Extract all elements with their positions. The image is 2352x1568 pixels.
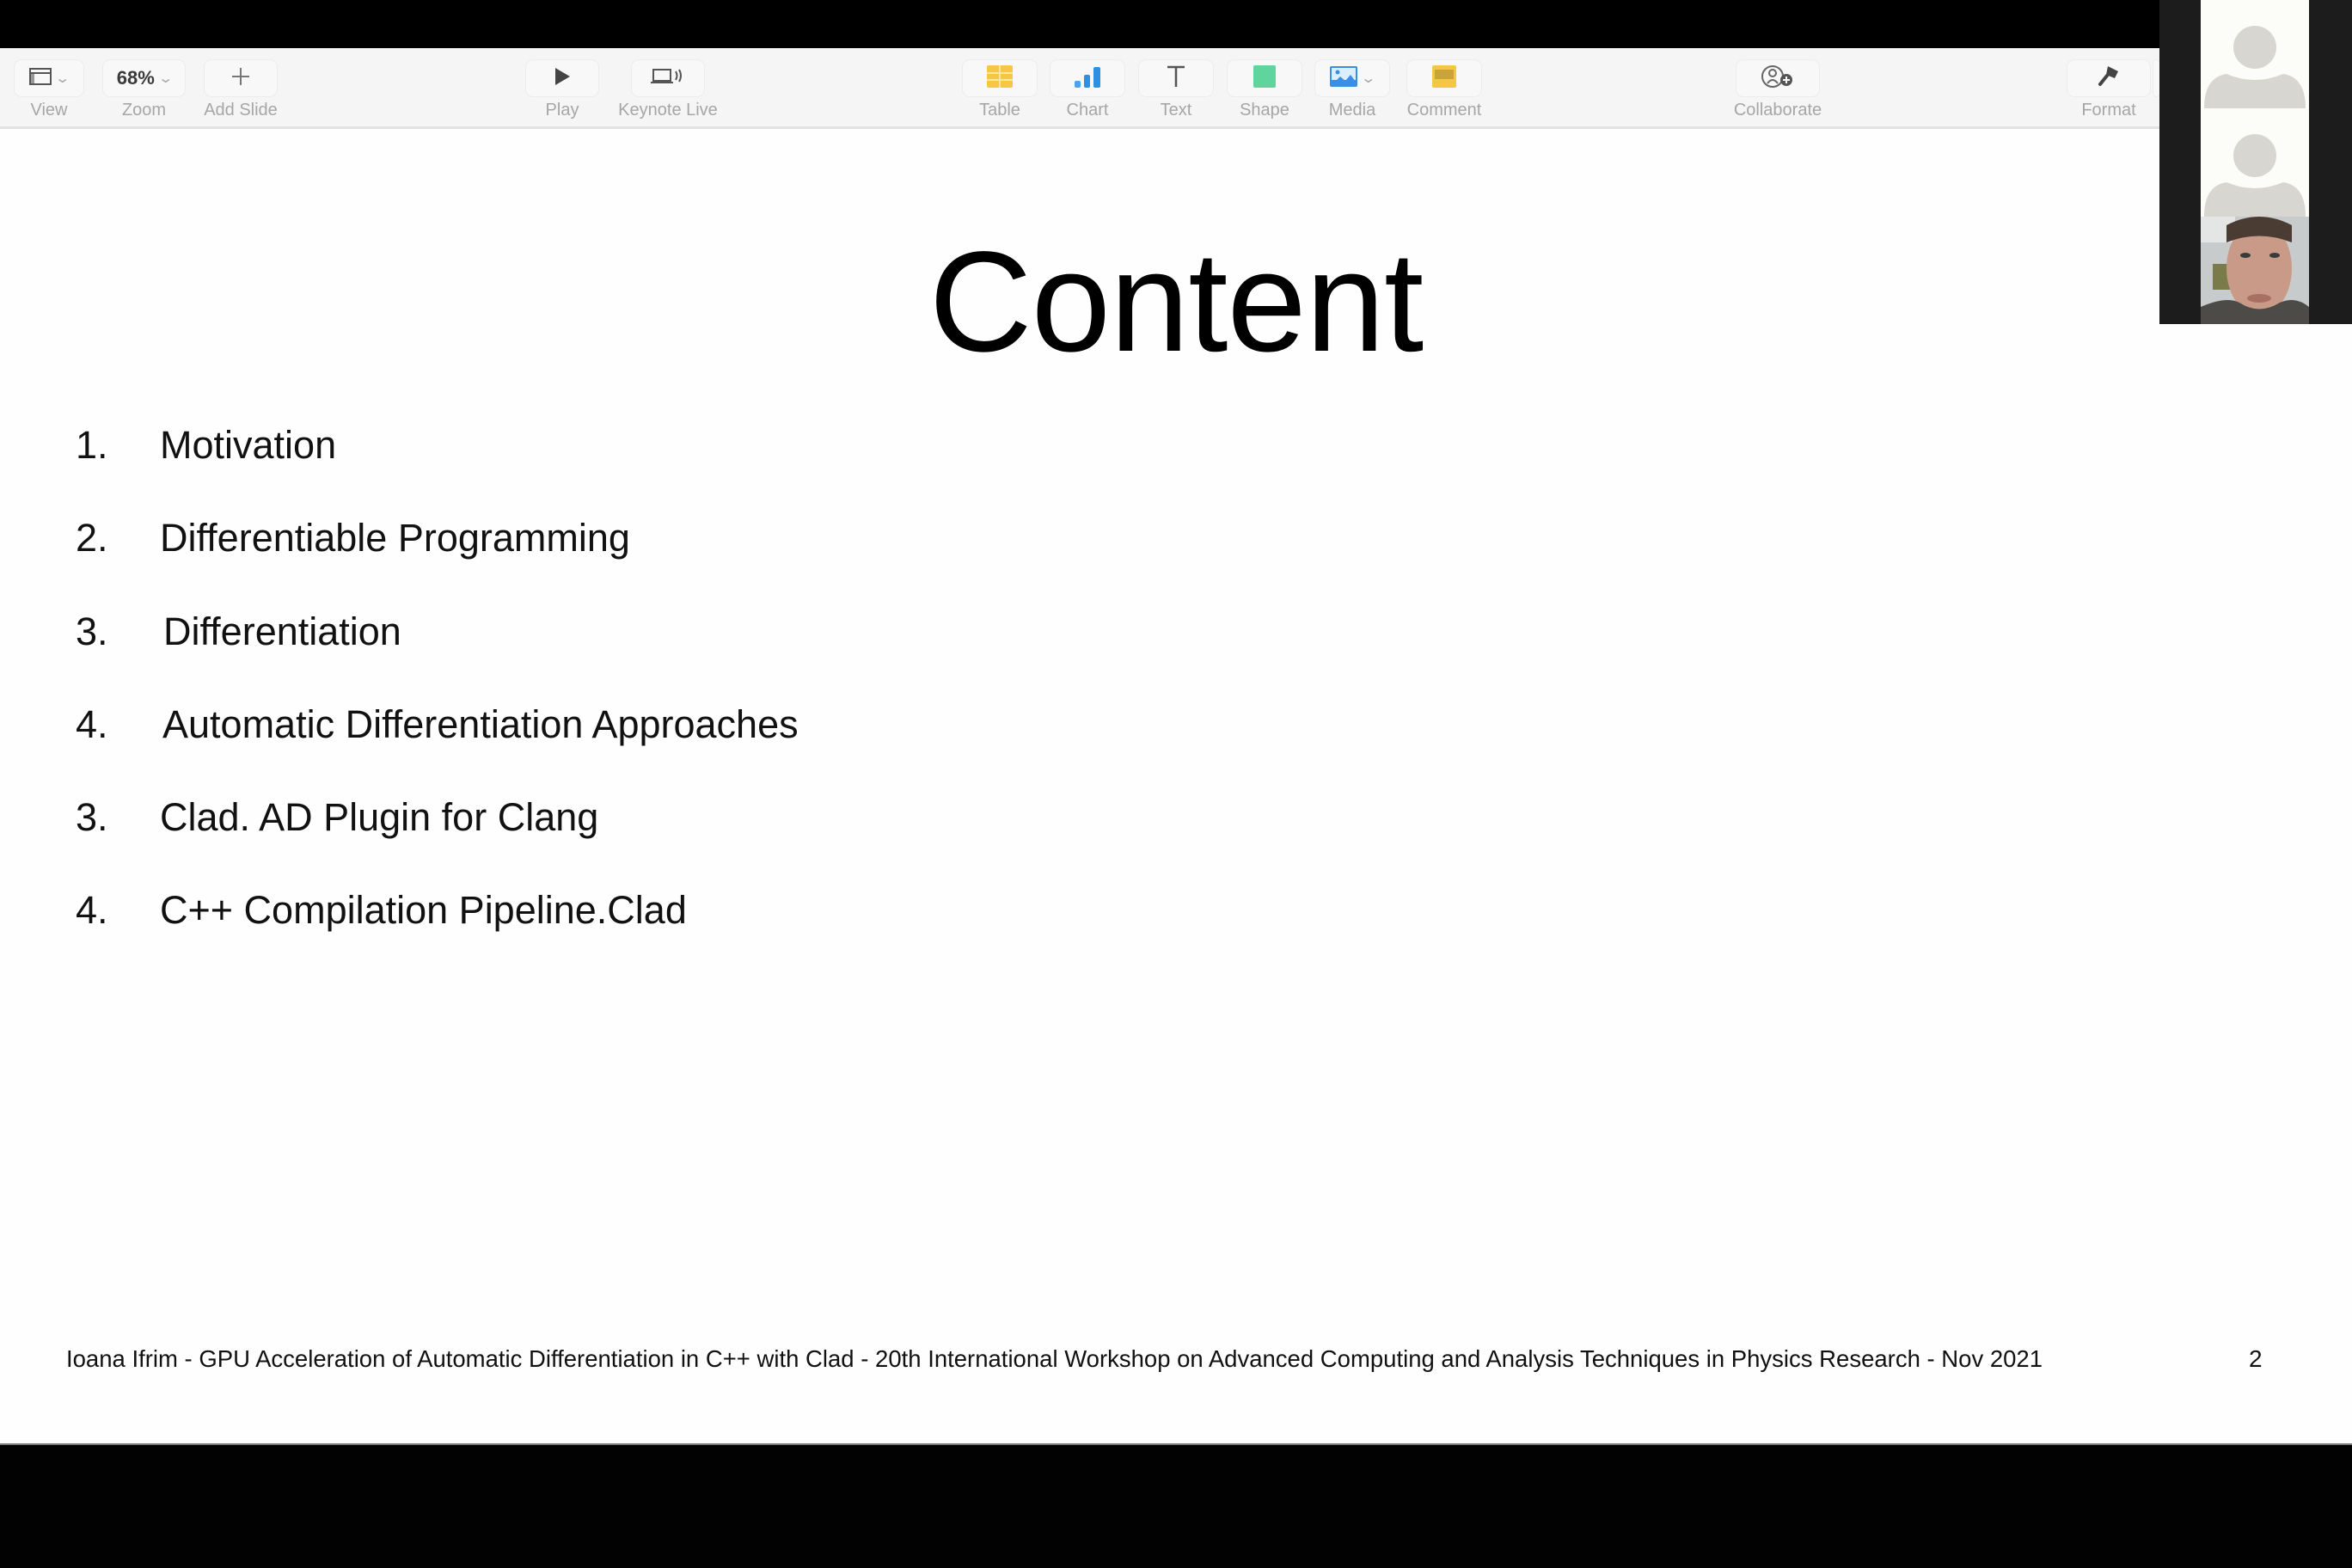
participant-video[interactable] [2201, 217, 2309, 324]
participant-video-frame [2201, 217, 2309, 324]
table-button[interactable]: Table [963, 60, 1037, 122]
zoom-button[interactable]: 68% ⌄ Zoom [103, 60, 185, 122]
keynote-toolbar: ⌄ View 68% ⌄ Zoom Add Slide Play Keynote… [0, 48, 2159, 129]
shape-button[interactable]: Shape [1228, 60, 1302, 122]
play-icon [554, 67, 571, 90]
list-number: 4. [76, 702, 108, 746]
chart-label: Chart [1066, 101, 1109, 119]
square-shape-icon [1253, 64, 1276, 92]
participant-tile[interactable] [2201, 0, 2309, 108]
play-button[interactable]: Play [526, 60, 598, 122]
collaborate-label: Collaborate [1733, 101, 1822, 119]
list-text: Differentiable Programming [160, 516, 630, 560]
bar-chart-icon [1074, 65, 1101, 92]
text-icon [1166, 65, 1186, 92]
paintbrush-icon [2096, 64, 2122, 93]
chart-button[interactable]: Chart [1050, 60, 1124, 122]
list-number: 3. [76, 795, 108, 839]
sidebar-layout-icon [29, 67, 52, 89]
keynote-live-label[interactable]: Keynote Live [618, 101, 718, 119]
list-text: C++ Compilation Pipeline.Clad [160, 888, 687, 932]
zoom-value: 68% [116, 67, 155, 89]
list-number: 3. [76, 609, 108, 653]
add-slide-button[interactable]: Add Slide [202, 60, 279, 122]
media-button[interactable]: ⌄ Media [1315, 60, 1389, 122]
chevron-down-icon: ⌄ [157, 71, 174, 86]
comment-button[interactable]: Comment [1403, 60, 1485, 122]
list-number: 2. [76, 516, 108, 560]
list-text: Motivation [160, 423, 337, 467]
list-text: Differentiation [163, 609, 401, 653]
list-text: Automatic Differentiation Approaches [162, 702, 799, 746]
plus-icon [230, 66, 251, 91]
shape-label: Shape [1240, 101, 1289, 119]
media-label: Media [1328, 101, 1376, 119]
table-icon [987, 64, 1013, 92]
top-black-band [0, 0, 2352, 48]
chevron-down-icon: ⌄ [1360, 71, 1377, 86]
participants-panel [2159, 0, 2352, 324]
format-button[interactable]: Format [2067, 60, 2150, 122]
avatar-placeholder-icon [2201, 26, 2309, 108]
participant-tile[interactable] [2201, 108, 2309, 217]
add-person-icon [1761, 64, 1795, 93]
add-slide-label: Add Slide [204, 101, 278, 119]
list-number: 1. [76, 423, 108, 467]
slide-page-number: 2 [2249, 1345, 2263, 1372]
comment-note-icon [1432, 64, 1456, 92]
text-button[interactable]: Text [1139, 60, 1213, 122]
bottom-black-band [0, 1445, 2352, 1568]
slide-footer: Ioana Ifrim - GPU Acceleration of Automa… [66, 1345, 2043, 1372]
list-number: 4. [76, 888, 108, 932]
avatar-placeholder-icon [2201, 134, 2309, 217]
toolbar-overflow-button[interactable] [2153, 60, 2159, 96]
collaborate-button[interactable]: Collaborate [1726, 60, 1829, 122]
image-icon [1330, 65, 1358, 91]
slide-canvas-right [2159, 324, 2352, 1444]
chevron-down-icon: ⌄ [54, 71, 71, 86]
text-label: Text [1160, 101, 1192, 119]
comment-label: Comment [1406, 101, 1482, 119]
keynote-live-button[interactable]: Keynote Live [612, 60, 724, 122]
table-label: Table [979, 101, 1020, 119]
slide-title: Content [928, 223, 1424, 382]
format-label: Format [2081, 101, 2136, 119]
zoom-label: Zoom [121, 101, 167, 119]
play-label: Play [545, 101, 579, 119]
view-button[interactable]: ⌄ View [15, 60, 83, 122]
broadcast-laptop-icon [651, 67, 685, 90]
list-text: Clad. AD Plugin for Clang [160, 795, 599, 839]
view-label: View [30, 101, 68, 119]
